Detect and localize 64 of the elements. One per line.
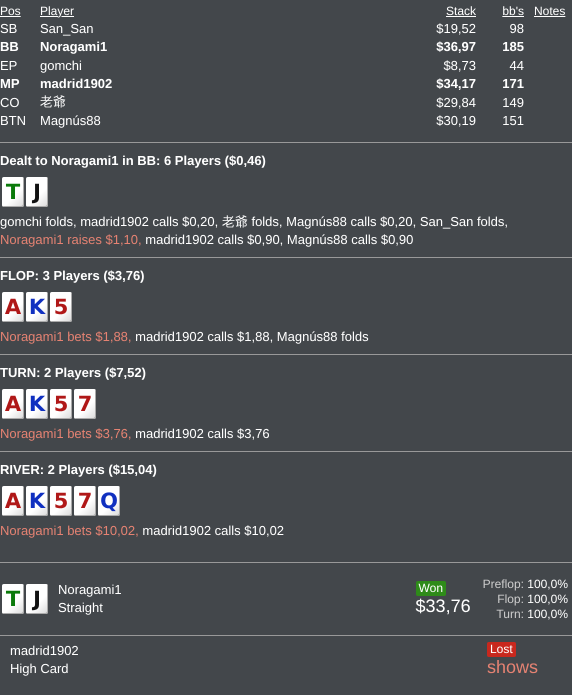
position-cell-text: BB: [0, 39, 20, 54]
big-blinds-cell-text: 98: [508, 20, 524, 36]
playing-card: K: [26, 292, 48, 322]
playing-card: T: [2, 177, 24, 207]
player-cell-text: Magnús88: [40, 113, 102, 128]
big-blinds-cell-text: 151: [501, 113, 524, 128]
column-header[interactable]: Stack: [396, 4, 476, 18]
hand-rank: High Card: [10, 660, 70, 678]
equity-line: Turn: 100,0%: [496, 606, 568, 622]
action-text: Noragami1 bets $3,76, madrid1902 calls $3,76: [0, 425, 271, 443]
stack-cell-text: $34,17: [435, 76, 476, 92]
playing-card: K: [26, 389, 48, 419]
player-name: madrid1902: [10, 642, 80, 660]
player-cell-text: madrid1902: [40, 76, 114, 92]
action-text: Noragami1 bets $1,88, madrid1902 calls $1,88, Magnús88 folds: [0, 328, 370, 346]
street-title: Dealt to Noragami1 in BB: 6 Players ($0,46): [0, 153, 267, 170]
player-cell-text: 老爺: [40, 93, 67, 112]
position-cell-text: SB: [0, 20, 18, 36]
position-cell-text: BTN: [0, 113, 27, 128]
playing-card: A: [2, 389, 24, 419]
player-name: Noragami1: [58, 581, 123, 599]
action-text: gomchi folds, madrid1902 calls $0,20, 老爺 folds, Magnús88 calls $0,20, San_San folds, Noragami1 raises $1,10, madrid1902 calls $0,90, Magnús88 calls $0,90: [0, 213, 510, 249]
equity-line: Flop: 100,0%: [497, 592, 568, 606]
position-cell-text: EP: [0, 58, 18, 73]
playing-card: J: [26, 584, 48, 614]
position-cell-text: MP: [0, 76, 20, 92]
stack-cell-text: $36,97: [435, 39, 476, 54]
column-header[interactable]: Player: [40, 4, 396, 18]
street-title: TURN: 2 Players ($7,52): [0, 365, 147, 382]
playing-card: 7: [74, 389, 96, 419]
equity-line: Preflop: 100,0%: [482, 576, 568, 592]
result-badge: Lost: [486, 642, 516, 657]
playing-card: 5: [50, 292, 72, 322]
result-badge: Won: [416, 581, 446, 596]
stack-cell-text: $19,52: [435, 20, 476, 36]
result-amount: shows: [486, 657, 538, 678]
street-title: RIVER: 2 Players ($15,04): [0, 462, 158, 479]
playing-card: J: [26, 177, 48, 207]
column-header[interactable]: Pos: [0, 4, 40, 18]
playing-card: A: [2, 292, 24, 322]
big-blinds-cell-text: 149: [501, 94, 524, 110]
big-blinds-cell-text: 44: [508, 58, 524, 73]
column-header[interactable]: bb's: [476, 4, 524, 18]
player-cell-text: San_San: [40, 20, 94, 36]
playing-card: A: [2, 486, 24, 516]
street-title: FLOP: 3 Players ($3,76): [0, 268, 146, 285]
hand-rank: Straight: [58, 599, 104, 617]
action-text: Noragami1 bets $10,02, madrid1902 calls $10,02: [0, 522, 286, 540]
player-cell-text: Noragami1: [40, 39, 108, 54]
playing-card: T: [2, 584, 24, 614]
playing-card: 7: [74, 486, 96, 516]
playing-card: 5: [50, 486, 72, 516]
big-blinds-cell-text: 171: [501, 76, 524, 92]
playing-card: 5: [50, 389, 72, 419]
position-cell-text: CO: [0, 94, 20, 110]
result-amount: $33,76: [416, 596, 471, 617]
stack-cell-text: $30,19: [435, 113, 476, 128]
player-cell-text: gomchi: [40, 58, 83, 73]
column-header[interactable]: Notes: [534, 4, 572, 18]
stack-cell-text: $29,84: [435, 94, 476, 110]
stack-cell-text: $8,73: [442, 58, 476, 73]
playing-card: Q: [98, 486, 120, 516]
playing-card: K: [26, 486, 48, 516]
big-blinds-cell-text: 185: [501, 39, 524, 54]
